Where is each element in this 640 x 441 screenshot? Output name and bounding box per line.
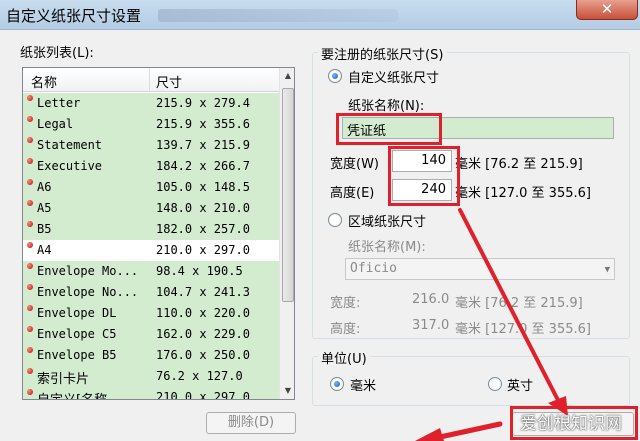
arrow-to-left — [415, 421, 503, 441]
arrow-to-button — [458, 208, 568, 416]
watermark-text: 爱创根知识网 — [520, 414, 622, 434]
annotation-arrows — [415, 208, 568, 441]
